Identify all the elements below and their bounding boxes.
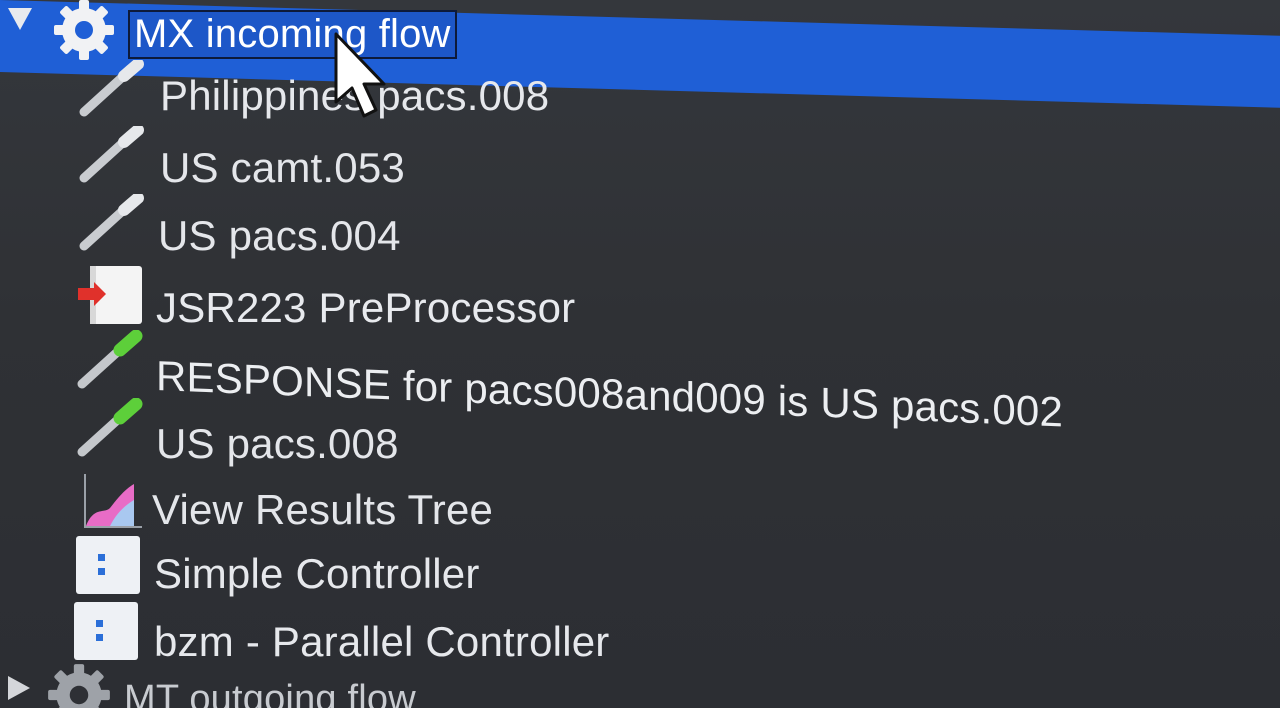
pipette-green-icon: [77, 398, 143, 457]
tree-node-label: View Results Tree: [152, 486, 494, 533]
pipette-icon: [79, 60, 144, 117]
tree-node-label[interactable]: MX incoming flow: [128, 10, 457, 59]
tree-node-label: bzm - Parallel Controller: [154, 618, 610, 665]
tree-node-label: Simple Controller: [154, 550, 480, 597]
pipette-green-icon: [77, 330, 143, 389]
tree-node-label: JSR223 PreProcessor: [156, 284, 576, 331]
mouse-cursor-icon: [334, 32, 386, 118]
test-plan-tree: MX incoming flow Philippines pacs.008 US…: [0, 0, 1280, 708]
results-tree-icon: [84, 474, 142, 528]
pipette-icon: [79, 126, 144, 183]
tree-node-label: US camt.053: [160, 144, 405, 191]
expand-toggle-icon[interactable]: [8, 8, 32, 30]
preprocessor-icon: [78, 266, 142, 324]
tree-node-label: US pacs.004: [158, 212, 401, 259]
collapse-toggle-icon[interactable]: [8, 676, 30, 700]
controller-icon: [76, 536, 140, 594]
controller-icon: [74, 602, 138, 660]
gear-icon: [54, 0, 114, 60]
gear-icon: [48, 664, 110, 708]
pipette-icon: [79, 194, 144, 251]
tree-node-label: US pacs.008: [156, 420, 399, 467]
tree-node-label: MT outgoing flow: [124, 678, 416, 708]
